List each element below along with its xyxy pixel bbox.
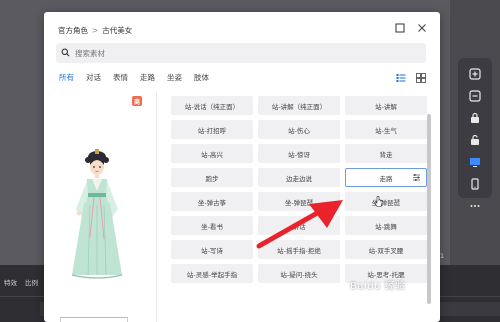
zoom-out-icon[interactable] <box>469 90 481 102</box>
tile-item[interactable]: 站-跳舞 <box>345 216 427 235</box>
tile-item[interactable]: 站-讲解 <box>345 96 427 115</box>
tile-item[interactable]: 站-双手叉腰 <box>345 240 427 259</box>
unlock-icon[interactable] <box>469 134 481 146</box>
tile-item[interactable]: 跑步 <box>171 168 253 187</box>
timeline-toolbar: 特效 比例 <box>4 277 38 287</box>
settings-sliders-icon[interactable] <box>412 173 421 182</box>
tile-item[interactable]: 坐-弹古筝 <box>171 192 253 211</box>
character-preview-image <box>71 149 123 279</box>
tile-item[interactable]: 站-生气 <box>345 120 427 139</box>
preview-controls-frame <box>60 317 128 322</box>
ratio-label[interactable]: 比例 <box>25 277 38 287</box>
tab-all[interactable]: 所有 <box>59 72 74 83</box>
search-input[interactable] <box>75 48 395 58</box>
tile-item[interactable]: 站-打招呼 <box>171 120 253 139</box>
tab-body[interactable]: 肢体 <box>194 72 209 83</box>
tile-item[interactable]: 站-灵感-举起手指 <box>171 264 253 283</box>
effects-label[interactable]: 特效 <box>4 277 17 287</box>
hand-cursor-icon <box>374 196 383 207</box>
category-tabs: 所有 对话 表情 走路 坐姿 肢体 <box>59 72 221 83</box>
close-icon[interactable] <box>416 22 428 34</box>
search-icon <box>61 48 70 59</box>
tile-item[interactable]: 站-讲解（纯正面） <box>258 96 340 115</box>
tile-item[interactable]: 边走边说 <box>258 168 340 187</box>
tab-walk[interactable]: 走路 <box>140 72 155 83</box>
phone-icon[interactable] <box>469 178 481 190</box>
tile-item[interactable]: 站-说话（纯正面） <box>171 96 253 115</box>
watermark-text: Baidu 经验 <box>350 281 406 292</box>
tab-sitting[interactable]: 坐姿 <box>167 72 182 83</box>
scrollbar-thumb[interactable] <box>427 114 431 304</box>
breadcrumb-separator: > <box>92 25 99 35</box>
tile-item-hovered[interactable]: 走路 <box>345 168 427 187</box>
tile-item[interactable]: 站-伤心 <box>258 120 340 139</box>
tab-dialogue[interactable]: 对话 <box>86 72 101 83</box>
animation-grid: 站-说话（纯正面） 站-讲解（纯正面） 站-讲解 站-打招呼 站-伤心 站-生气… <box>171 96 427 283</box>
character-library-dialog: 官方角色 > 古代美女 所有 对话 表情 走路 坐姿 肢体 商 <box>44 12 440 322</box>
tile-item[interactable]: 站-摇手指-拒绝 <box>258 240 340 259</box>
panel-divider <box>156 92 157 322</box>
grid-view-icon[interactable] <box>416 73 426 83</box>
tile-label: 走路 <box>379 174 393 183</box>
search-bar[interactable] <box>56 43 426 63</box>
tab-expression[interactable]: 表情 <box>113 72 128 83</box>
breadcrumb-current: 古代美女 <box>102 25 133 35</box>
maximize-icon[interactable] <box>394 22 406 34</box>
tile-item[interactable]: 坐-弹琵琶 <box>258 192 340 211</box>
lock-icon[interactable] <box>469 112 481 124</box>
tile-item[interactable]: 坐-看书 <box>171 216 253 235</box>
list-view-icon[interactable] <box>396 73 406 83</box>
monitor-icon[interactable] <box>469 156 481 168</box>
more-icon[interactable] <box>469 200 481 212</box>
tile-item[interactable]: 站-写诗 <box>171 240 253 259</box>
tile-item[interactable]: 站-惊讶 <box>258 144 340 163</box>
tile-item[interactable]: 站-高兴 <box>171 144 253 163</box>
right-toolbar <box>458 58 492 207</box>
breadcrumb: 官方角色 > 古代美女 <box>58 24 132 36</box>
page-number: 1 <box>440 252 445 260</box>
tile-item[interactable]: 讲话 <box>258 216 340 235</box>
tile-item[interactable]: 站-疑问-挠头 <box>258 264 340 283</box>
premium-badge: 商 <box>132 96 142 106</box>
tile-item[interactable]: 背走 <box>345 144 427 163</box>
zoom-in-icon[interactable] <box>469 68 481 80</box>
tile-item[interactable]: 坐-弹琵琶 <box>345 192 427 211</box>
view-toggle <box>396 73 426 83</box>
breadcrumb-root[interactable]: 官方角色 <box>58 25 88 36</box>
